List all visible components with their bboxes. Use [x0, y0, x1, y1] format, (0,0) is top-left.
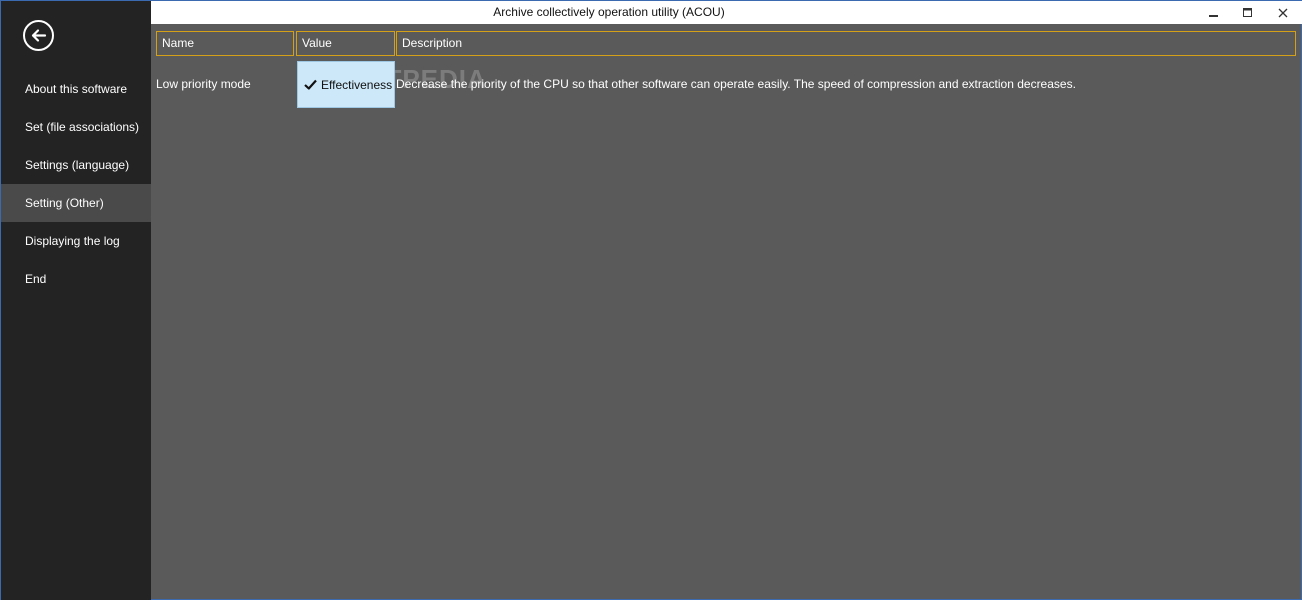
setting-description: Decrease the priority of the CPU so that… — [396, 77, 1076, 91]
sidebar-item-end[interactable]: End — [1, 260, 151, 298]
effectiveness-toggle[interactable]: Effectiveness — [297, 61, 395, 108]
close-icon — [1278, 8, 1288, 17]
sidebar-item-other[interactable]: Setting (Other) — [1, 184, 151, 222]
maximize-icon — [1243, 7, 1252, 17]
sidebar-item-about[interactable]: About this software — [1, 70, 151, 108]
window-title: Archive collectively operation utility (… — [493, 5, 725, 19]
toggle-label: Effectiveness — [321, 77, 393, 92]
sidebar-item-log[interactable]: Displaying the log — [1, 222, 151, 260]
title-bar: Archive collectively operation utility (… — [151, 1, 1302, 24]
back-button[interactable] — [23, 20, 54, 51]
checkmark-icon — [304, 79, 317, 90]
close-button[interactable] — [1266, 1, 1300, 24]
column-header-value: Value — [296, 31, 395, 56]
settings-panel: Name Value Description SOFTPEDIA Low pri… — [151, 24, 1302, 600]
sidebar-item-file-associations[interactable]: Set (file associations) — [1, 108, 151, 146]
minimize-icon — [1209, 14, 1218, 17]
table-row: Low priority mode Effectiveness Decrease… — [151, 60, 1302, 108]
sidebar: About this software Set (file associatio… — [1, 1, 151, 600]
back-arrow-icon — [31, 29, 47, 42]
minimize-button[interactable] — [1197, 1, 1231, 24]
column-header-description: Description — [396, 31, 1296, 56]
maximize-button[interactable] — [1231, 1, 1265, 24]
sidebar-item-language[interactable]: Settings (language) — [1, 146, 151, 184]
column-header-name: Name — [156, 31, 294, 56]
app-window: About this software Set (file associatio… — [0, 0, 1302, 600]
setting-name: Low priority mode — [156, 77, 251, 91]
sidebar-nav: About this software Set (file associatio… — [1, 70, 151, 298]
